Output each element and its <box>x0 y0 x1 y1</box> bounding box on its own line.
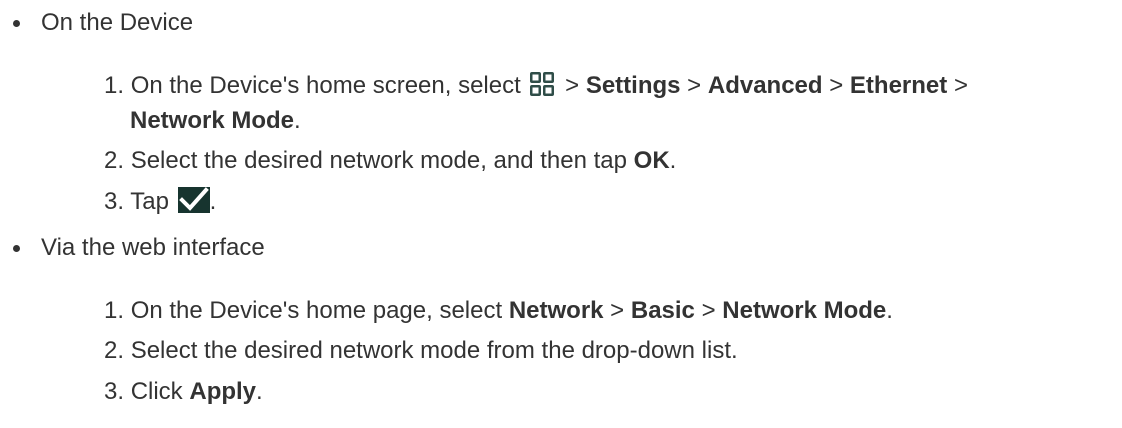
section-heading-device: On the Device <box>41 9 193 37</box>
period: . <box>209 188 217 215</box>
separator: > <box>829 72 844 99</box>
step-number: 2. <box>104 337 125 364</box>
bullet-dot <box>13 245 20 252</box>
step-number: 1. <box>104 72 125 99</box>
step-text: Select the desired network mode from the… <box>130 337 738 364</box>
step-text: Tap <box>130 188 169 215</box>
period: . <box>294 107 301 134</box>
network-label: Network <box>508 297 604 324</box>
step-number: 2. <box>104 147 125 174</box>
network-mode-label: Network Mode <box>130 107 295 134</box>
step-number: 3. <box>104 188 125 215</box>
separator: > <box>610 297 625 324</box>
section-heading-label: On the Device <box>41 9 194 36</box>
bullet-dot <box>13 20 20 27</box>
device-step-1-line-1: 1. On the Device's home screen, select >… <box>104 71 968 99</box>
separator: > <box>565 72 580 99</box>
period: . <box>886 297 893 324</box>
step-number: 1. <box>104 297 125 324</box>
step-text: Select the desired network mode, and the… <box>130 147 627 174</box>
device-step-1-line-2: Network Mode. <box>130 107 301 135</box>
advanced-label: Advanced <box>707 72 823 99</box>
web-step-2: 2. Select the desired network mode from … <box>104 337 738 365</box>
apps-grid-icon <box>529 71 556 97</box>
period: . <box>669 147 677 174</box>
ethernet-label: Ethernet <box>849 72 948 99</box>
separator: > <box>953 72 968 99</box>
network-mode-label: Network Mode <box>722 297 887 324</box>
apply-label: Apply <box>189 378 257 405</box>
step-text: On the Device's home screen, select <box>130 72 521 99</box>
step-text: On the Device's home page, select <box>130 297 503 324</box>
separator: > <box>687 72 702 99</box>
device-step-2: 2. Select the desired network mode, and … <box>104 147 676 175</box>
step-text: Click <box>130 378 183 405</box>
step-number: 3. <box>104 378 125 405</box>
ok-label: OK <box>633 147 670 174</box>
basic-label: Basic <box>630 297 695 324</box>
web-step-1: 1. On the Device's home page, select Net… <box>104 297 893 325</box>
section-heading-label: Via the web interface <box>41 234 265 261</box>
web-step-3: 3. Click Apply. <box>104 378 263 406</box>
checkmark-icon <box>177 187 210 213</box>
settings-label: Settings <box>585 72 681 99</box>
section-heading-web: Via the web interface <box>41 234 265 262</box>
device-step-3: 3. Tap . <box>104 187 216 215</box>
separator: > <box>701 297 716 324</box>
period: . <box>256 378 263 405</box>
